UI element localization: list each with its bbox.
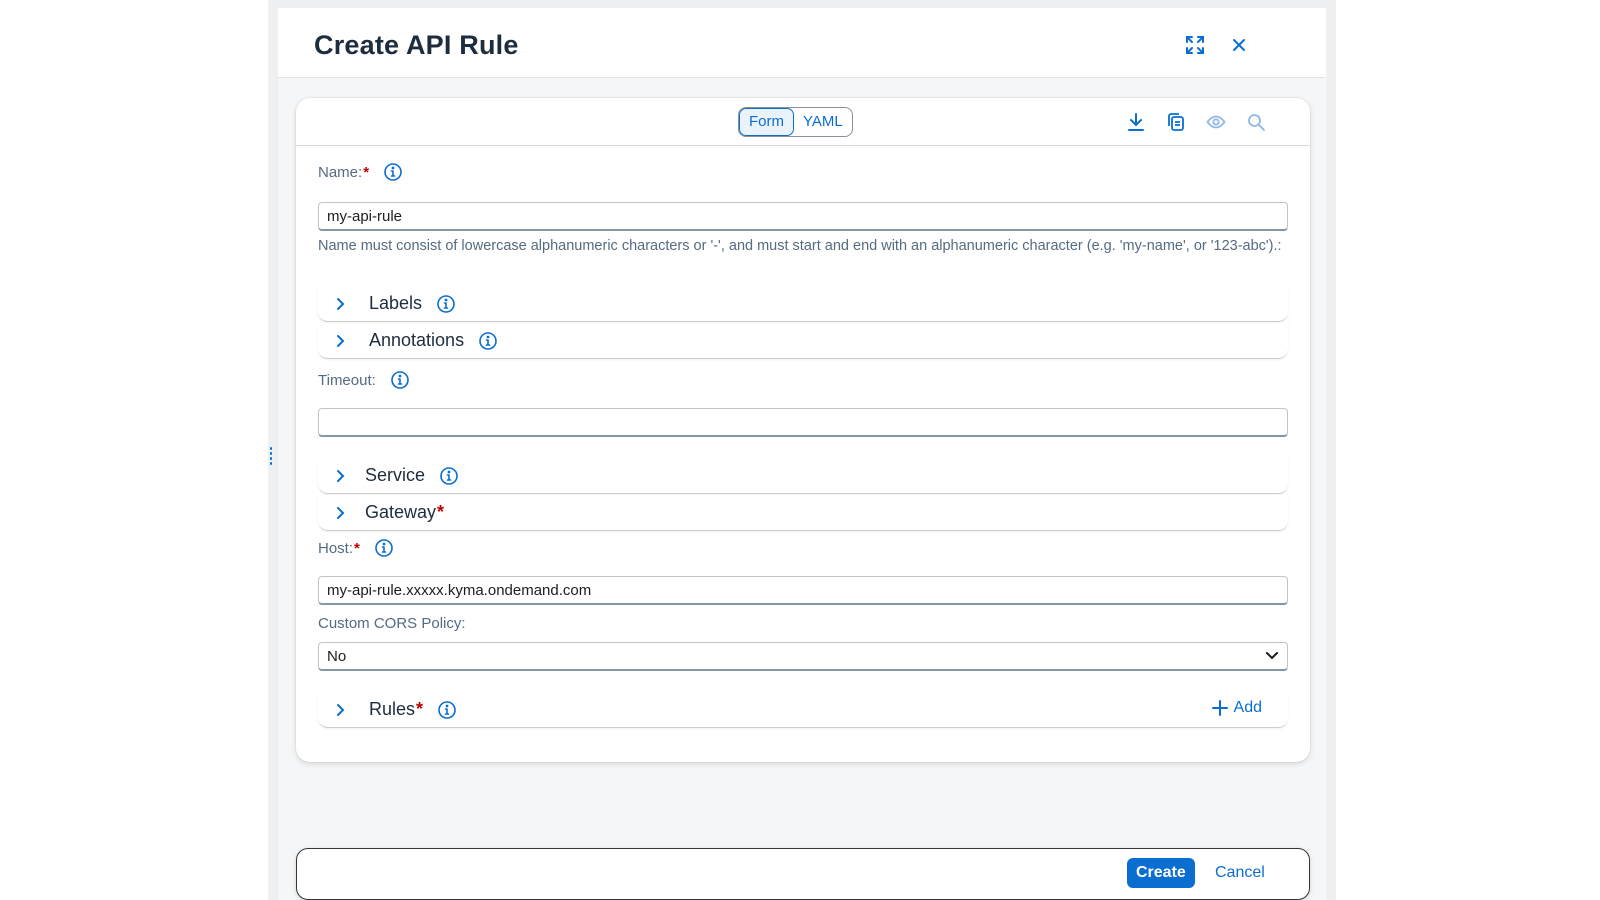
tab-yaml[interactable]: YAML bbox=[794, 108, 852, 136]
dialog-footer: Create Cancel bbox=[296, 848, 1310, 900]
eye-icon[interactable] bbox=[1204, 110, 1228, 134]
dialog-header: Create API Rule bbox=[278, 8, 1326, 78]
cors-select[interactable]: No bbox=[318, 642, 1288, 671]
resize-handle-icon[interactable] bbox=[268, 447, 274, 465]
info-icon[interactable] bbox=[374, 538, 394, 558]
annotations-panel-title: Annotations bbox=[369, 330, 465, 350]
host-label: Host: * bbox=[318, 538, 394, 558]
tab-form[interactable]: Form bbox=[739, 108, 794, 136]
name-input[interactable] bbox=[318, 202, 1288, 231]
chevron-right-icon bbox=[334, 334, 348, 348]
view-mode-toggle: Form YAML bbox=[738, 107, 853, 137]
timeout-input[interactable] bbox=[318, 408, 1288, 437]
copy-icon[interactable] bbox=[1164, 110, 1188, 134]
download-icon[interactable] bbox=[1124, 110, 1148, 134]
labels-panel-title: Labels bbox=[369, 293, 423, 313]
required-marker: * bbox=[416, 699, 424, 719]
dialog-title: Create API Rule bbox=[314, 30, 519, 60]
gateway-panel[interactable]: Gateway * bbox=[318, 495, 1288, 531]
name-label: Name: * bbox=[318, 162, 403, 182]
name-hint: Name must consist of lowercase alphanume… bbox=[318, 238, 1282, 254]
chevron-right-icon bbox=[334, 506, 348, 520]
chevron-right-icon bbox=[334, 297, 348, 311]
required-marker: * bbox=[437, 502, 445, 522]
form-card: Form YAML Name: * my-api-rule Name must … bbox=[296, 98, 1310, 762]
annotations-panel[interactable]: Annotations bbox=[318, 323, 1288, 359]
cors-label: Custom CORS Policy: bbox=[318, 615, 466, 632]
labels-panel[interactable]: Labels bbox=[318, 286, 1288, 322]
plus-icon bbox=[1211, 700, 1228, 716]
cancel-button[interactable]: Cancel bbox=[1205, 858, 1275, 888]
gateway-panel-title: Gateway bbox=[365, 502, 437, 522]
rules-panel-title: Rules bbox=[369, 699, 416, 719]
info-icon[interactable] bbox=[439, 466, 459, 486]
rules-panel[interactable]: Rules * Add bbox=[318, 692, 1288, 728]
timeout-label: Timeout: bbox=[318, 370, 410, 390]
info-icon[interactable] bbox=[436, 294, 456, 314]
cors-selected-value: No bbox=[327, 647, 347, 665]
service-panel-title: Service bbox=[365, 465, 426, 485]
info-icon[interactable] bbox=[437, 700, 457, 720]
search-icon[interactable] bbox=[1244, 110, 1268, 134]
maximize-icon[interactable] bbox=[1182, 32, 1208, 58]
create-api-rule-dialog: Create API Rule Form YAML Name: * my-api… bbox=[278, 8, 1326, 900]
add-rule-label: Add bbox=[1233, 699, 1262, 716]
chevron-right-icon bbox=[334, 469, 348, 483]
editor-toolbar: Form YAML bbox=[296, 98, 1310, 146]
info-icon[interactable] bbox=[478, 331, 498, 351]
host-input[interactable] bbox=[318, 576, 1288, 605]
chevron-down-icon bbox=[1265, 648, 1279, 665]
create-button[interactable]: Create bbox=[1127, 858, 1195, 888]
service-panel[interactable]: Service bbox=[318, 458, 1288, 494]
chevron-right-icon bbox=[334, 703, 348, 717]
info-icon[interactable] bbox=[390, 370, 410, 390]
add-rule-button[interactable]: Add bbox=[1211, 699, 1262, 717]
close-icon[interactable] bbox=[1226, 32, 1252, 58]
info-icon[interactable] bbox=[383, 162, 403, 182]
